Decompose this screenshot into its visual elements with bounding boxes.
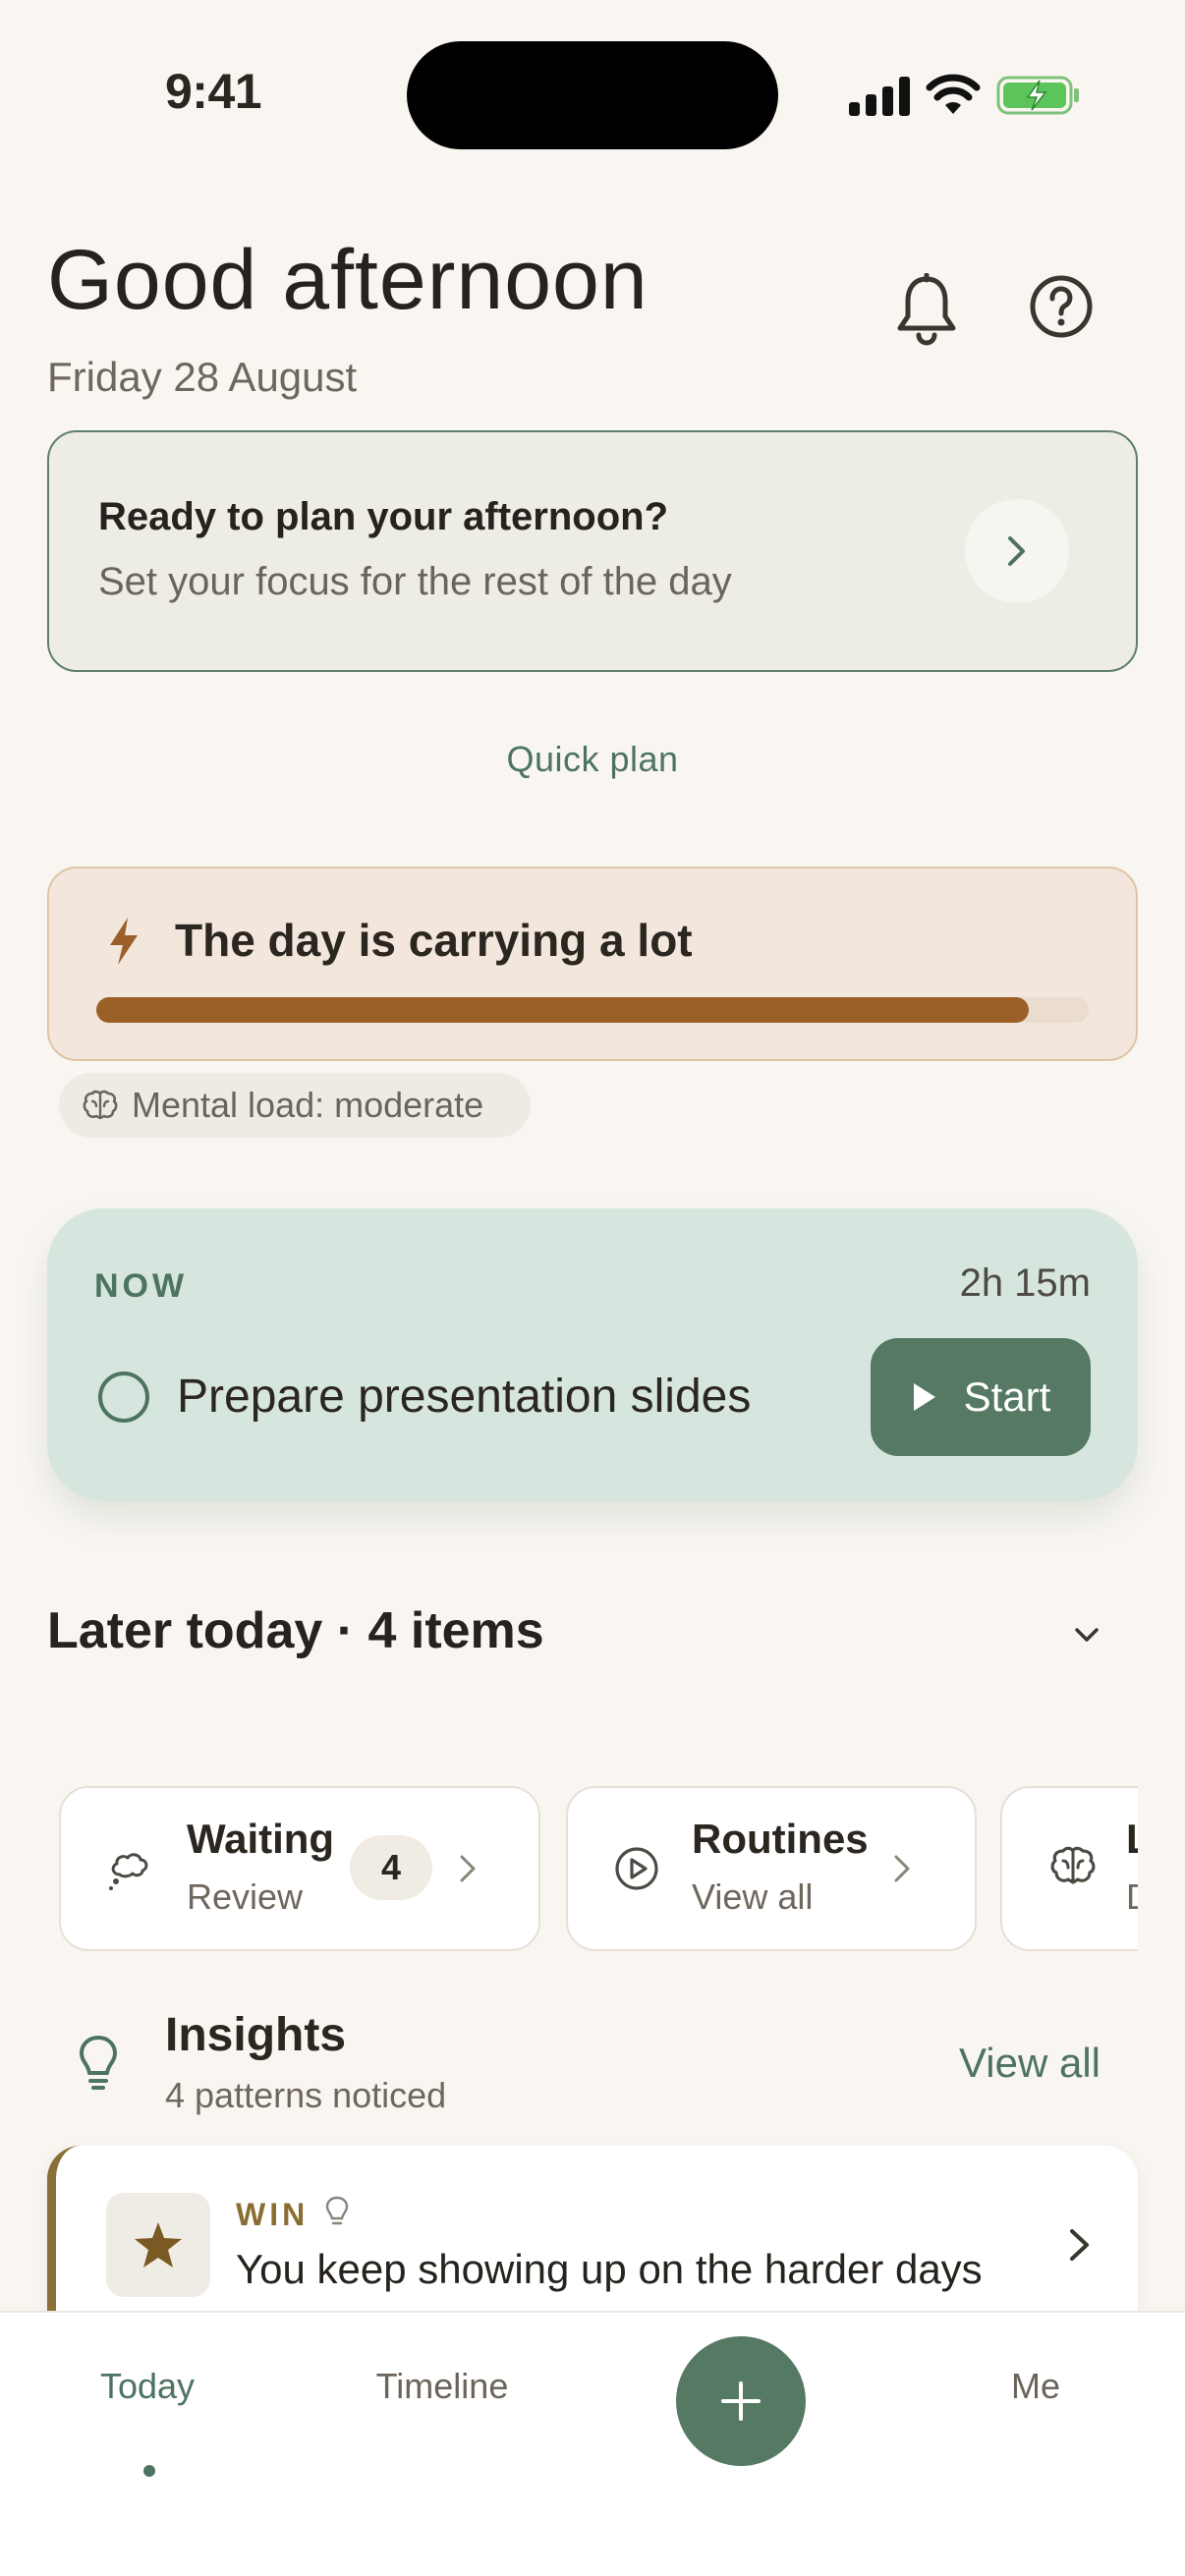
win-star-badge bbox=[106, 2193, 210, 2297]
win-insight-text: You keep showing up on the harder days bbox=[236, 2246, 983, 2292]
play-icon bbox=[913, 1383, 935, 1411]
task-complete-checkbox[interactable] bbox=[98, 1372, 149, 1423]
date-label: Friday 28 August bbox=[47, 354, 358, 400]
chevron-right-icon bbox=[460, 1855, 476, 1882]
plan-card-arrow-button[interactable] bbox=[965, 499, 1069, 603]
chevron-right-icon bbox=[894, 1855, 910, 1882]
greeting-title: Good afternoon bbox=[47, 233, 649, 327]
nav-timeline-tab[interactable]: Timeline bbox=[344, 2366, 540, 2407]
dynamic-island bbox=[407, 41, 778, 149]
quick-chips-row: Waiting Review 4 Routines View all L D bbox=[47, 1786, 1138, 1951]
win-label: WIN bbox=[236, 2197, 310, 2232]
day-load-title: The day is carrying a lot bbox=[175, 915, 693, 966]
play-circle-icon bbox=[615, 1847, 658, 1890]
insights-title: Insights bbox=[165, 2009, 347, 2061]
routines-chip-title: Routines bbox=[692, 1816, 869, 1862]
insights-subtitle: 4 patterns noticed bbox=[165, 2075, 447, 2115]
waiting-chip-subtitle: Review bbox=[187, 1876, 304, 1917]
lightbulb-icon bbox=[80, 2036, 117, 2090]
help-icon[interactable] bbox=[1028, 273, 1095, 340]
brain-icon bbox=[1050, 1846, 1096, 1884]
plan-card-title: Ready to plan your afternoon? bbox=[98, 495, 669, 538]
star-icon bbox=[135, 2222, 182, 2268]
mental-load-label: Mental load: moderate bbox=[132, 1085, 484, 1125]
lightbulb-icon bbox=[325, 2196, 349, 2225]
later-today-header[interactable]: Later today · 4 items bbox=[47, 1601, 544, 1660]
chevron-down-icon[interactable] bbox=[1069, 1617, 1104, 1652]
insights-view-all-link[interactable]: View all bbox=[959, 2040, 1100, 2087]
start-task-button[interactable]: Start bbox=[871, 1338, 1091, 1456]
plan-card-subtitle: Set your focus for the rest of the day bbox=[98, 560, 732, 603]
mental-load-badge: Mental load: moderate bbox=[59, 1073, 531, 1138]
add-button[interactable] bbox=[676, 2336, 806, 2466]
nav-me-tab[interactable]: Me bbox=[967, 2366, 1104, 2407]
cellular-signal-icon bbox=[849, 77, 910, 116]
wifi-icon bbox=[926, 74, 981, 114]
now-task-title[interactable]: Prepare presentation slides bbox=[177, 1370, 751, 1424]
thought-bubble-icon bbox=[109, 1853, 148, 1890]
waiting-count-badge: 4 bbox=[350, 1835, 432, 1900]
chevron-right-icon bbox=[1008, 536, 1025, 566]
plus-icon bbox=[721, 2381, 761, 2421]
third-chip-title: L bbox=[1126, 1816, 1138, 1863]
lightning-bolt-icon bbox=[110, 918, 138, 965]
day-load-bar bbox=[96, 997, 1029, 1023]
active-tab-indicator bbox=[143, 2465, 155, 2477]
status-time: 9:41 bbox=[165, 64, 262, 119]
start-button-label: Start bbox=[963, 1373, 1051, 1420]
bottom-nav bbox=[0, 2311, 1185, 2576]
bell-icon[interactable] bbox=[892, 273, 961, 346]
quick-plan-link[interactable]: Quick plan bbox=[0, 739, 1185, 780]
now-duration: 2h 15m bbox=[959, 1261, 1091, 1305]
waiting-chip-title: Waiting bbox=[187, 1816, 335, 1862]
routines-chip-subtitle: View all bbox=[692, 1876, 814, 1917]
nav-today-tab[interactable]: Today bbox=[59, 2366, 236, 2407]
battery-charging-icon bbox=[996, 76, 1079, 115]
third-chip-subtitle: D bbox=[1126, 1876, 1138, 1918]
brain-icon bbox=[83, 1090, 118, 1120]
chevron-right-icon[interactable] bbox=[1067, 2226, 1093, 2264]
now-label: NOW bbox=[94, 1267, 189, 1305]
